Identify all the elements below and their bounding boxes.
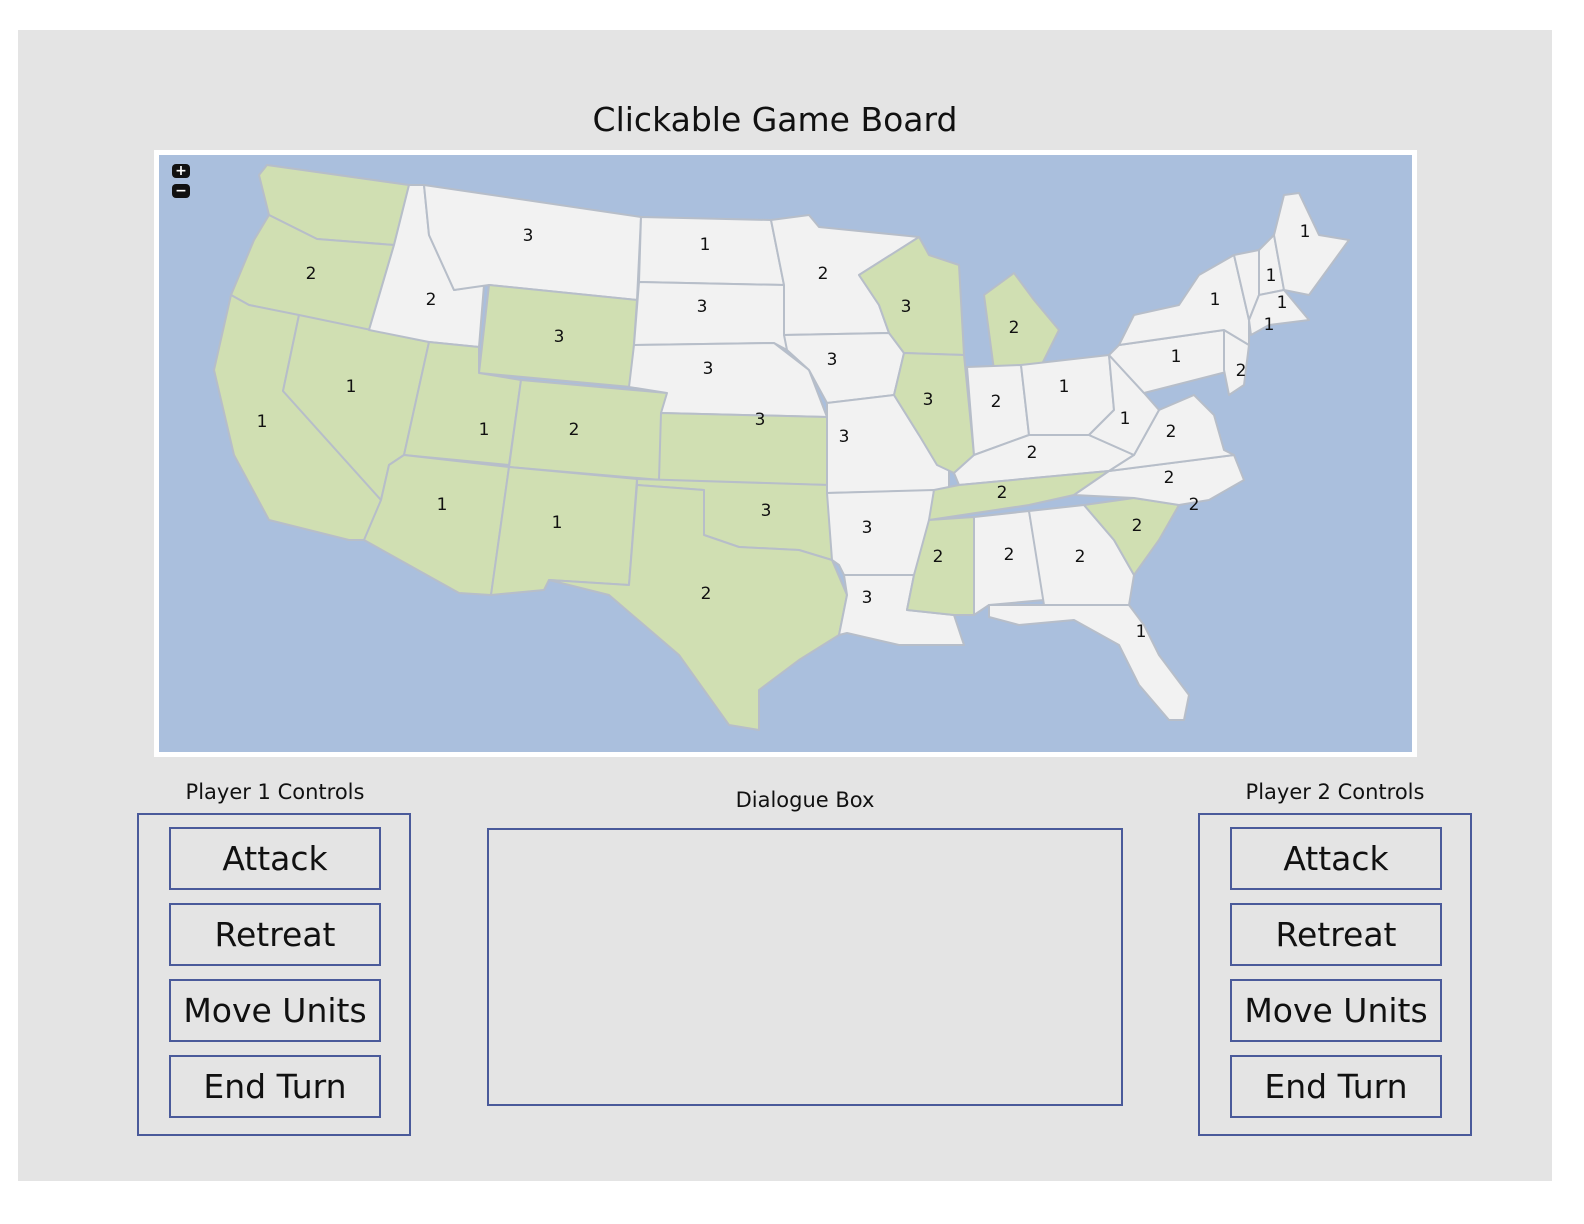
player1-move-units-button[interactable]: Move Units bbox=[169, 979, 381, 1042]
state-nm[interactable] bbox=[490, 466, 638, 596]
unit-count-sc: 2 bbox=[1132, 516, 1143, 536]
unit-count-ut: 1 bbox=[479, 420, 490, 440]
state-nd[interactable] bbox=[638, 216, 785, 286]
state-ks[interactable] bbox=[658, 412, 828, 486]
page-title: Clickable Game Board bbox=[592, 100, 958, 139]
unit-count-tx: 2 bbox=[701, 584, 712, 604]
unit-count-nj: 2 bbox=[1236, 361, 1247, 381]
unit-count-mt: 3 bbox=[523, 226, 534, 246]
unit-count-az: 1 bbox=[437, 495, 448, 515]
player2-attack-button[interactable]: Attack bbox=[1230, 827, 1442, 890]
unit-count-tn: 2 bbox=[997, 483, 1008, 503]
game-board[interactable]: 2112331211133332233333322122222122221121… bbox=[154, 150, 1417, 757]
unit-count-mo: 3 bbox=[839, 427, 850, 447]
unit-count-ok: 3 bbox=[761, 501, 772, 521]
us-map[interactable]: 2112331 2111333322333333221222 2 2122221121… bbox=[159, 155, 1412, 752]
unit-count-ga: 2 bbox=[1075, 547, 1086, 567]
unit-count-ks: 3 bbox=[755, 410, 766, 430]
unit-count-nh: 1 bbox=[1277, 293, 1288, 313]
player1-controls-panel: Attack Retreat Move Units End Turn bbox=[137, 813, 411, 1136]
unit-count-ar: 3 bbox=[862, 518, 873, 538]
unit-count-oh: 1 bbox=[1059, 377, 1070, 397]
player1-controls-label: Player 1 Controls bbox=[185, 780, 365, 804]
unit-count-ky: 2 bbox=[1027, 443, 1038, 463]
unit-count-id: 2 bbox=[426, 290, 437, 310]
unit-count-vt: 1 bbox=[1266, 266, 1277, 286]
unit-count-ia: 3 bbox=[827, 350, 838, 370]
unit-count-wy: 3 bbox=[554, 327, 565, 347]
unit-count-or: 2 bbox=[306, 264, 317, 284]
zoom-out-button[interactable]: − bbox=[172, 184, 190, 198]
state-co[interactable] bbox=[508, 379, 668, 481]
unit-count-ny: 1 bbox=[1210, 290, 1221, 310]
unit-count-co: 2 bbox=[569, 420, 580, 440]
unit-count-fl: 1 bbox=[1136, 622, 1147, 642]
unit-count-nv: 1 bbox=[346, 377, 357, 397]
unit-count-in: 2 bbox=[991, 392, 1002, 412]
unit-count-pa: 1 bbox=[1171, 347, 1182, 367]
player2-move-units-button[interactable]: Move Units bbox=[1230, 979, 1442, 1042]
player2-end-turn-button[interactable]: End Turn bbox=[1230, 1055, 1442, 1118]
unit-count-nd: 1 bbox=[700, 235, 711, 255]
unit-count-il: 3 bbox=[923, 390, 934, 410]
unit-count-ca: 1 bbox=[257, 412, 268, 432]
zoom-in-button[interactable]: + bbox=[172, 164, 190, 178]
unit-count-ma: 1 bbox=[1264, 315, 1275, 335]
unit-count-mi: 2 bbox=[1009, 318, 1020, 338]
player1-retreat-button[interactable]: Retreat bbox=[169, 903, 381, 966]
unit-count-wi: 3 bbox=[901, 297, 912, 317]
player2-controls-panel: Attack Retreat Move Units End Turn bbox=[1198, 813, 1472, 1136]
unit-count-mn: 2 bbox=[818, 264, 829, 284]
unit-count-me: 1 bbox=[1300, 222, 1311, 242]
unit-count-ms: 2 bbox=[933, 547, 944, 567]
dialogue-box bbox=[487, 828, 1123, 1106]
unit-count-ne: 3 bbox=[703, 359, 714, 379]
player2-controls-label: Player 2 Controls bbox=[1245, 780, 1425, 804]
unit-count-wv: 1 bbox=[1120, 409, 1131, 429]
dialogue-box-label: Dialogue Box bbox=[735, 788, 875, 812]
unit-count-nc: 2 bbox=[1164, 468, 1175, 488]
unit-count-la: 3 bbox=[862, 588, 873, 608]
player1-end-turn-button[interactable]: End Turn bbox=[169, 1055, 381, 1118]
player1-attack-button[interactable]: Attack bbox=[169, 827, 381, 890]
unit-count-va: 2 bbox=[1166, 422, 1177, 442]
unit-count-nc2: 2 bbox=[1189, 495, 1200, 515]
unit-count-sd: 3 bbox=[697, 297, 708, 317]
state-sd[interactable] bbox=[633, 281, 788, 351]
unit-count-nm: 1 bbox=[552, 513, 563, 533]
player2-retreat-button[interactable]: Retreat bbox=[1230, 903, 1442, 966]
unit-count-al: 2 bbox=[1004, 545, 1015, 565]
